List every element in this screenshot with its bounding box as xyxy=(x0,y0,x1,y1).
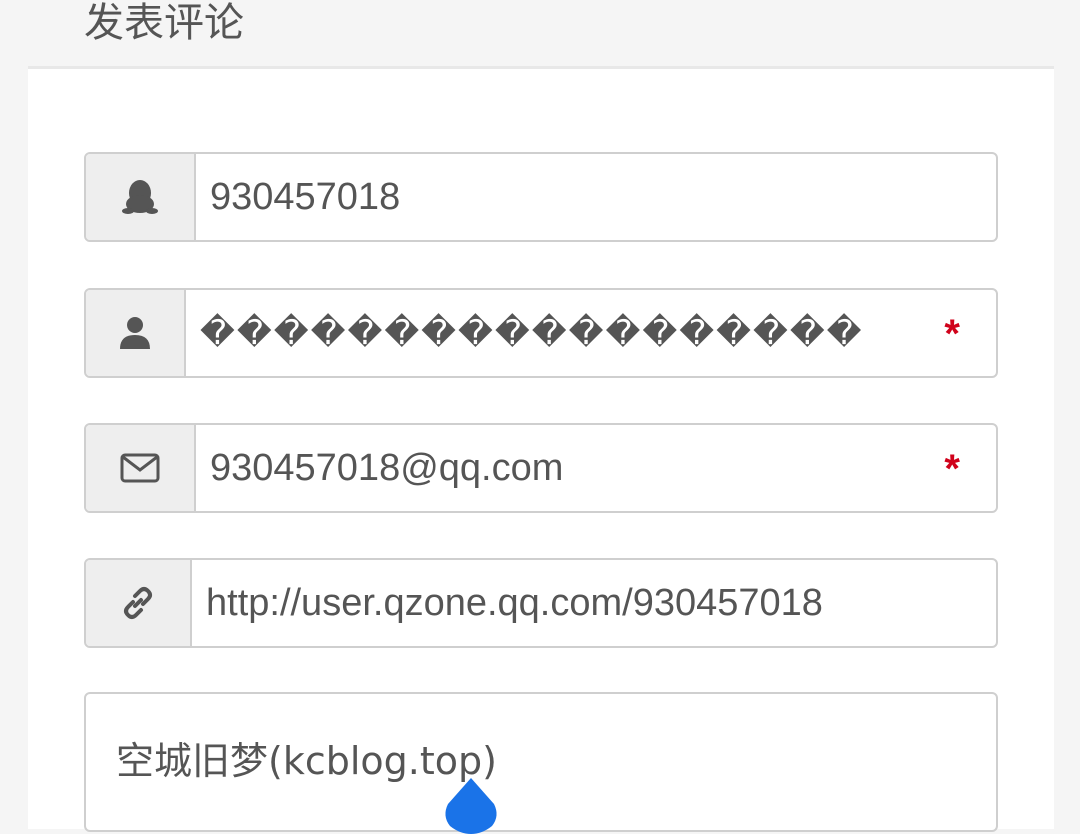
required-marker: * xyxy=(944,312,960,356)
email-input-group: 930457018@qq.com * xyxy=(84,423,998,513)
envelope-icon xyxy=(120,453,160,483)
nickname-input-group: ������������������ * xyxy=(84,288,998,378)
email-addon xyxy=(86,425,196,511)
user-icon xyxy=(120,317,150,349)
qq-input-group: 930457018 xyxy=(84,152,998,242)
website-input-group: http://user.qzone.qq.com/930457018 xyxy=(84,558,998,648)
qq-number-value: 930457018 xyxy=(210,175,401,218)
website-addon xyxy=(86,560,192,646)
nickname-addon xyxy=(86,290,186,376)
page-title: 发表评论 xyxy=(84,0,244,46)
comment-header: 发表评论 xyxy=(0,0,1080,66)
qq-penguin-icon xyxy=(122,180,158,214)
website-input[interactable]: http://user.qzone.qq.com/930457018 xyxy=(192,560,996,646)
nickname-input[interactable]: ������������������ * xyxy=(186,290,996,376)
email-value: 930457018@qq.com xyxy=(210,446,564,489)
qq-addon xyxy=(86,154,196,240)
comment-text: 空城旧梦(kcblog.top) xyxy=(116,739,497,783)
link-icon xyxy=(124,587,152,619)
text-cursor-handle[interactable] xyxy=(442,776,500,834)
nickname-value: ������������������ xyxy=(200,313,864,353)
qq-number-input[interactable]: 930457018 xyxy=(196,154,996,240)
required-marker: * xyxy=(944,447,960,491)
email-input[interactable]: 930457018@qq.com * xyxy=(196,425,996,511)
comment-textarea[interactable]: 空城旧梦(kcblog.top) xyxy=(84,692,998,832)
website-value: http://user.qzone.qq.com/930457018 xyxy=(206,581,823,624)
